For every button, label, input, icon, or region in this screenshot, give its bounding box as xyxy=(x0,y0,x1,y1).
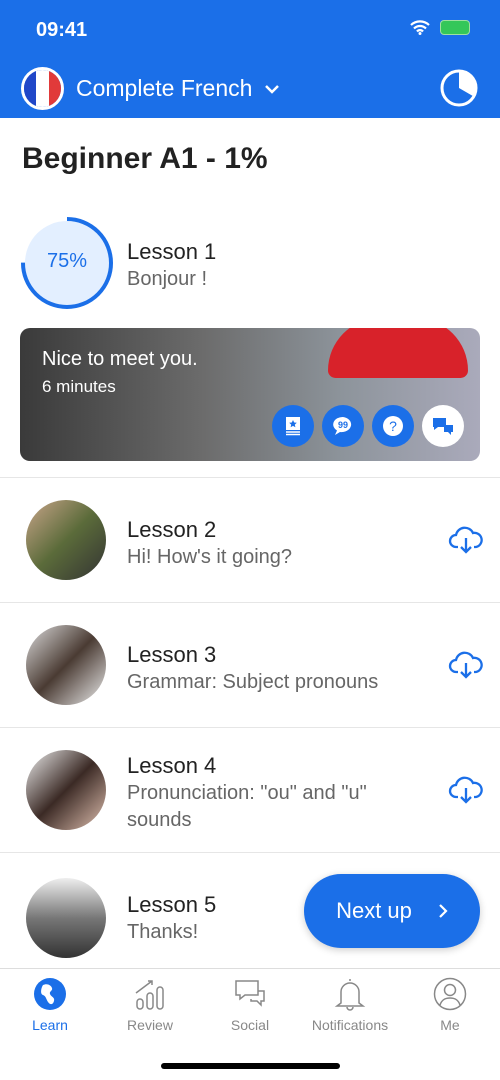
tab-notifications[interactable]: Notifications xyxy=(300,977,400,1033)
status-icons xyxy=(410,20,470,35)
banner-title: Nice to meet you. xyxy=(42,348,198,370)
chart-icon xyxy=(135,980,164,1010)
header: 09:41 Complete French xyxy=(0,0,500,118)
tab-label: Social xyxy=(230,1017,270,1033)
svg-text:99: 99 xyxy=(338,420,348,430)
tab-learn[interactable]: Learn xyxy=(0,977,100,1033)
lesson-avatar xyxy=(26,750,106,830)
download-icon[interactable] xyxy=(448,775,484,805)
flashcard-icon[interactable] xyxy=(272,405,314,447)
tab-review[interactable]: Review xyxy=(100,977,200,1033)
lesson-subtitle: Pronunciation: "ou" and "u" sounds xyxy=(127,782,367,831)
status-time: 09:41 xyxy=(36,19,88,41)
wifi-icon xyxy=(410,20,430,35)
french-flag-icon[interactable] xyxy=(21,67,64,110)
next-up-label: Next up xyxy=(336,898,412,923)
quote-icon[interactable]: 99 xyxy=(322,405,364,447)
lesson-3[interactable]: Lesson 3 Grammar: Subject pronouns xyxy=(0,602,500,727)
chevron-down-icon xyxy=(265,84,280,94)
download-icon[interactable] xyxy=(448,650,484,680)
lesson-title: Lesson 4 xyxy=(127,753,217,778)
lesson-title: Lesson 2 xyxy=(127,517,217,542)
tab-label: Review xyxy=(127,1017,173,1033)
lesson-avatar xyxy=(26,500,106,580)
battery-icon xyxy=(440,20,470,35)
globe-icon xyxy=(34,978,66,1010)
lesson-title: Lesson 5 xyxy=(127,892,217,917)
tab-social[interactable]: Social xyxy=(200,977,300,1033)
lesson-1[interactable]: 75% Lesson 1 Bonjour ! xyxy=(20,216,480,311)
banner-image xyxy=(328,328,468,378)
lesson-4[interactable]: Lesson 4 Pronunciation: "ou" and "u" sou… xyxy=(0,727,500,852)
tab-me[interactable]: Me xyxy=(400,977,500,1033)
level-title: Beginner A1 - 1% xyxy=(22,142,268,175)
lesson-banner[interactable]: Nice to meet you. 6 minutes 99 ? xyxy=(20,328,480,461)
chat-bubbles-icon xyxy=(235,980,265,1007)
svg-text:?: ? xyxy=(389,418,397,434)
lesson-subtitle: Bonjour ! xyxy=(127,268,208,290)
lesson-title: Lesson 3 xyxy=(127,642,217,667)
tab-label: Notifications xyxy=(311,1017,389,1033)
home-indicator[interactable] xyxy=(161,1063,340,1069)
next-up-button[interactable]: Next up xyxy=(304,874,480,948)
lesson-subtitle: Hi! How's it going? xyxy=(127,546,292,568)
lesson-subtitle: Thanks! xyxy=(127,921,199,943)
lesson-subtitle: Grammar: Subject pronouns xyxy=(127,671,379,693)
download-icon[interactable] xyxy=(448,525,484,555)
question-icon[interactable]: ? xyxy=(372,405,414,447)
chat-icon[interactable] xyxy=(422,405,464,447)
lesson-avatar xyxy=(26,878,106,958)
course-selector[interactable]: Complete French xyxy=(76,75,280,102)
lesson-2[interactable]: Lesson 2 Hi! How's it going? xyxy=(0,477,500,602)
tab-label: Me xyxy=(440,1017,460,1033)
tab-label: Learn xyxy=(32,1017,68,1033)
lesson-progress-label: 75% xyxy=(46,250,88,272)
bell-icon xyxy=(334,979,366,1011)
profile-icon xyxy=(433,977,467,1011)
chevron-right-icon xyxy=(439,904,448,918)
progress-pie-icon[interactable] xyxy=(439,68,479,108)
banner-duration: 6 minutes xyxy=(42,377,116,396)
lesson-avatar xyxy=(26,625,106,705)
lesson-title: Lesson 1 xyxy=(127,239,217,264)
course-title: Complete French xyxy=(76,75,253,101)
